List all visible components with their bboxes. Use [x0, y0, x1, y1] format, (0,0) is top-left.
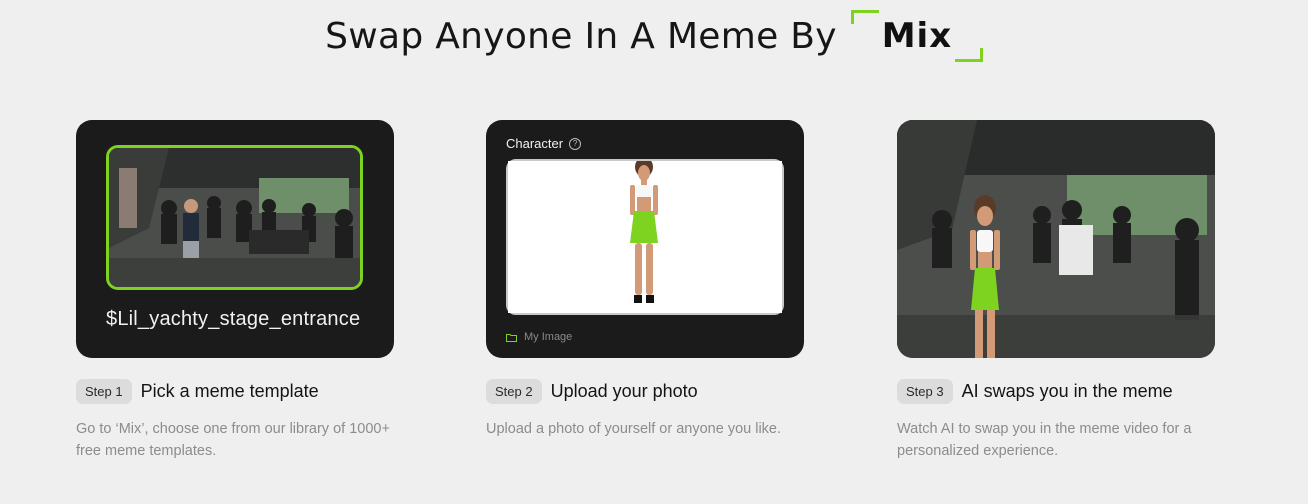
step-description: Go to ‘Mix’, choose one from our library… — [76, 421, 390, 459]
logo-corner-bottom-right — [954, 48, 983, 62]
step-title: Pick a meme template — [140, 381, 319, 401]
page-title: Swap Anyone In A Meme By — [325, 15, 837, 57]
step-description: Watch AI to swap you in the meme video f… — [897, 421, 1192, 459]
step-2-heading: Step 2 Upload your photo — [486, 379, 698, 404]
step-title: AI swaps you in the meme — [961, 381, 1173, 401]
template-card[interactable]: $Lil_yachty_stage_entrance — [76, 120, 394, 358]
uploaded-photo-box[interactable] — [506, 157, 784, 315]
uploaded-person-photo — [508, 157, 782, 313]
step-title: Upload your photo — [550, 381, 698, 401]
step-badge: Step 2 — [486, 379, 542, 404]
step-badge: Step 3 — [897, 379, 953, 404]
upload-card[interactable]: Character ? My Image — [486, 120, 804, 358]
character-label: Character — [506, 136, 564, 151]
logo-corner-top-left — [850, 10, 879, 24]
character-label-row: Character ? — [506, 136, 582, 151]
my-image-label: My Image — [524, 331, 573, 343]
template-name: $Lil_yachty_stage_entrance — [106, 308, 361, 330]
step-badge: Step 1 — [76, 379, 132, 404]
folder-icon — [506, 333, 517, 342]
page-header: Swap Anyone In A Meme By Mix — [0, 6, 1308, 66]
my-image-row[interactable]: My Image — [506, 331, 572, 343]
step-1-heading: Step 1 Pick a meme template — [76, 379, 319, 404]
meme-template-thumbnail[interactable] — [106, 145, 363, 290]
step-description: Upload a photo of yourself or anyone you… — [486, 421, 782, 437]
step-3-heading: Step 3 AI swaps you in the meme — [897, 379, 1173, 404]
stage-scene-image — [109, 148, 360, 287]
logo-text: Mix — [881, 16, 953, 56]
result-card[interactable] — [897, 120, 1215, 358]
help-icon[interactable]: ? — [569, 137, 582, 150]
swapped-meme-result — [897, 120, 1215, 358]
mix-logo[interactable]: Mix — [850, 10, 983, 62]
